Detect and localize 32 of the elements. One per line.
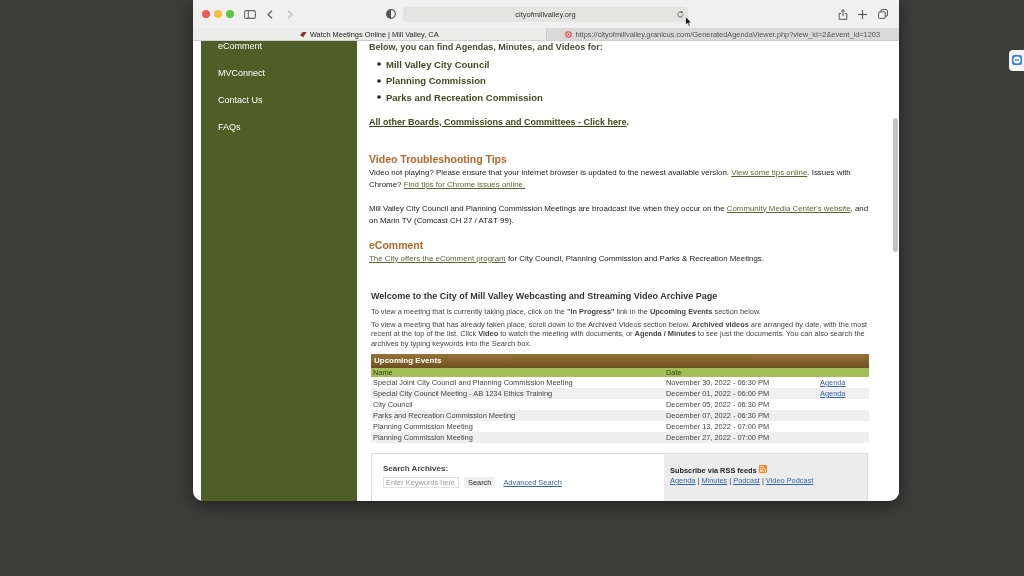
share-icon[interactable] bbox=[838, 8, 848, 20]
body-link[interactable]: Planning Commission bbox=[386, 75, 486, 86]
sidebar-link[interactable]: MVConnect bbox=[218, 68, 266, 78]
close-icon[interactable] bbox=[202, 10, 210, 18]
bullet-icon bbox=[377, 62, 381, 66]
intro-text: Below, you can find Agendas, Minutes, and Videos for: bbox=[369, 41, 603, 53]
body-link[interactable]: Parks and Recreation Commission bbox=[386, 91, 543, 103]
new-tab-icon[interactable] bbox=[858, 9, 867, 19]
back-icon[interactable] bbox=[267, 9, 273, 19]
logo-icon bbox=[299, 30, 307, 38]
archive-title: Welcome to the City of Mill Valley Webcasting and Streaming Video Archive Page bbox=[371, 289, 718, 303]
circle-logo-icon bbox=[565, 30, 573, 38]
section-heading: Video Troubleshooting Tips bbox=[369, 151, 507, 167]
privacy-icon[interactable] bbox=[386, 9, 396, 19]
remote-support-icon[interactable] bbox=[1009, 50, 1024, 71]
bullet-icon bbox=[377, 95, 381, 99]
table-title: Upcoming Events bbox=[371, 354, 869, 368]
reload-icon[interactable] bbox=[677, 10, 684, 18]
search-label: Search Archives: bbox=[383, 464, 449, 474]
boards-line: All other Boards, Commissions and Committees - Click here. bbox=[369, 115, 630, 129]
boards-link[interactable]: All other Boards, Commissions and Committees - Click here bbox=[369, 116, 627, 127]
sidebar-link[interactable]: FAQs bbox=[218, 122, 241, 132]
sidebar-link[interactable]: Contact Us bbox=[218, 95, 263, 105]
rss-icon[interactable] bbox=[758, 465, 767, 473]
scrollbar-thumb[interactable] bbox=[893, 118, 898, 252]
sidebar-icon[interactable] bbox=[244, 9, 256, 19]
body-link[interactable]: Mill Valley City Council bbox=[386, 58, 490, 70]
pointer-cursor-icon bbox=[685, 16, 692, 27]
bullet-icon bbox=[377, 78, 381, 83]
sidebar-link[interactable]: eComment bbox=[218, 41, 262, 51]
tab-overview-icon[interactable] bbox=[878, 9, 888, 19]
section-heading: eComment bbox=[369, 237, 424, 253]
